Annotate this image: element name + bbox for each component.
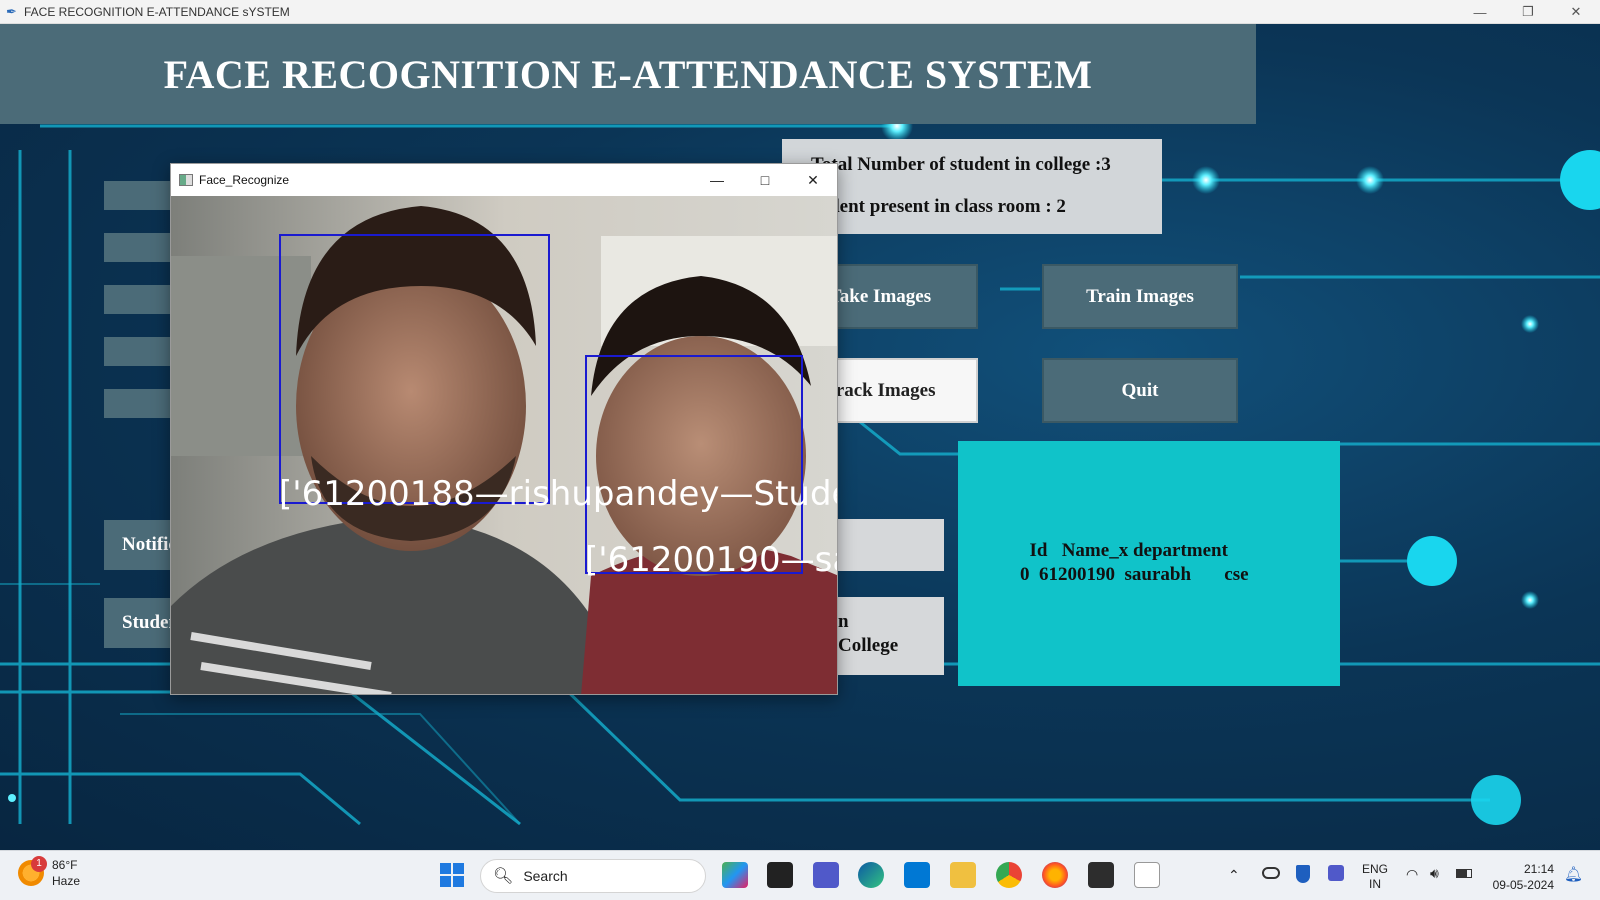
- minimize-icon: —: [1473, 4, 1487, 20]
- volume-icon[interactable]: 🔊︎: [1430, 865, 1439, 882]
- info-block: [838, 519, 944, 571]
- terminal-icon[interactable]: [1088, 862, 1114, 888]
- side-bar: [104, 181, 174, 210]
- attendance-result-text: Id Name_x department 0 61200190 saurabh …: [1020, 540, 1249, 585]
- language-indicator[interactable]: ENG: [1362, 862, 1388, 877]
- restore-button[interactable]: ❐: [1504, 0, 1552, 24]
- wifi-icon[interactable]: ◠: [1406, 866, 1418, 883]
- weather-widget[interactable]: 1 86°F Haze: [18, 856, 81, 889]
- weather-icon: 1: [18, 856, 47, 886]
- app-titlebar: ✒ FACE RECOGNITION E-ATTENDANCE sYSTEM —…: [0, 0, 1600, 24]
- search-icon: 🔍︎: [493, 868, 514, 885]
- face-label: ['61200190—saurabh—Student']: [585, 540, 837, 580]
- close-button[interactable]: ✕: [1552, 0, 1600, 24]
- side-bar: [104, 389, 174, 418]
- feather-icon: ✒: [6, 3, 17, 19]
- search-label: Search: [523, 868, 568, 884]
- file-explorer-icon[interactable]: [767, 862, 793, 888]
- copilot-icon[interactable]: [722, 862, 748, 888]
- weather-desc: Haze: [52, 874, 81, 888]
- taskbar-search[interactable]: 🔍︎ Search: [480, 859, 706, 893]
- face-close-button[interactable]: ✕: [789, 164, 837, 196]
- window-app-icon: [179, 174, 193, 186]
- window-title: FACE RECOGNITION E-ATTENDANCE sYSTEM: [24, 4, 290, 19]
- notification-bell-icon[interactable]: 🔔︎: [1564, 865, 1583, 883]
- total-students-text: Total Number of student in college :3: [811, 154, 1111, 175]
- clock-time[interactable]: 21:14: [1488, 861, 1554, 877]
- side-bar: [104, 337, 174, 366]
- defender-icon[interactable]: [1296, 865, 1310, 883]
- windows-start-icon[interactable]: [440, 863, 464, 887]
- firefox-icon[interactable]: [1042, 862, 1068, 888]
- side-bar: [104, 233, 174, 262]
- teams-tray-icon[interactable]: [1328, 865, 1344, 881]
- weather-temp: 86°F: [52, 858, 78, 872]
- college-block-line2: College: [838, 635, 899, 656]
- attendance-result-box: Id Name_x department 0 61200190 saurabh …: [958, 441, 1340, 686]
- onedrive-icon[interactable]: [1262, 867, 1280, 879]
- notepad-icon[interactable]: [1134, 862, 1160, 888]
- train-images-button[interactable]: Train Images: [1042, 264, 1238, 329]
- restore-icon: ❐: [1522, 4, 1534, 19]
- maximize-icon: □: [760, 172, 770, 188]
- chrome-icon[interactable]: [996, 862, 1022, 888]
- region-indicator[interactable]: IN: [1362, 877, 1388, 892]
- minimize-icon: —: [710, 172, 724, 188]
- camera-feed: ['61200188—rishupandey—Student'] ['61200…: [171, 196, 837, 694]
- close-icon: ✕: [807, 171, 819, 188]
- taskbar: 1 86°F Haze 🔍︎ Search ⌃ ENG IN ◠ 🔊︎ 21:1…: [0, 850, 1600, 900]
- face-recognize-window[interactable]: Face_Recognize — □ ✕ ['61200188—rishupan…: [170, 163, 838, 695]
- stats-box: Total Number of student in college :3 To…: [666, 139, 1162, 234]
- chevron-up-icon[interactable]: ⌃: [1228, 867, 1240, 884]
- weather-badge: 1: [31, 856, 47, 872]
- face-maximize-button[interactable]: □: [741, 164, 789, 196]
- close-icon: ✕: [1570, 4, 1582, 19]
- college-block-line1: n: [838, 611, 849, 632]
- face-window-title: Face_Recognize: [199, 173, 290, 187]
- college-block: n College: [838, 597, 944, 675]
- side-bar: [104, 285, 174, 314]
- store-icon[interactable]: [904, 862, 930, 888]
- battery-icon[interactable]: [1456, 869, 1472, 878]
- face-window-titlebar[interactable]: Face_Recognize — □ ✕: [171, 164, 837, 196]
- clock-date[interactable]: 09-05-2024: [1488, 877, 1554, 893]
- face-label: ['61200188—rishupandey—Student']: [279, 474, 837, 514]
- folder-icon[interactable]: [950, 862, 976, 888]
- teams-icon[interactable]: [813, 862, 839, 888]
- face-bounding-box: [279, 234, 550, 504]
- quit-button[interactable]: Quit: [1042, 358, 1238, 423]
- minimize-button[interactable]: —: [1456, 0, 1504, 24]
- face-minimize-button[interactable]: —: [693, 164, 741, 196]
- edge-icon[interactable]: [858, 862, 884, 888]
- app-title: FACE RECOGNITION E-ATTENDANCE SYSTEM: [163, 51, 1093, 97]
- header-banner: FACE RECOGNITION E-ATTENDANCE SYSTEM: [0, 24, 1256, 124]
